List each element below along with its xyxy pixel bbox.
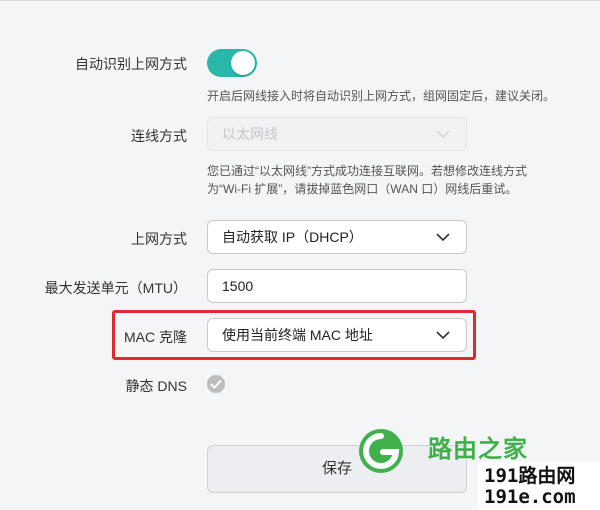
watermark-logo-icon [359, 429, 403, 473]
internet-mode-select[interactable]: 自动获取 IP（DHCP） [207, 220, 467, 254]
mac-clone-label: MAC 克隆 [124, 329, 187, 345]
connection-type-select: 以太网线 [207, 117, 467, 151]
auto-detect-hint: 开启后网线接入时将自动识别上网方式，组网固定后，建议关闭。 [207, 89, 556, 103]
connection-type-hint-1: 您已通过“以太网线”方式成功连接互联网。若想修改连线方式 [207, 164, 527, 178]
chevron-down-icon [436, 233, 450, 242]
mtu-input[interactable]: 1500 [207, 269, 467, 303]
connection-type-hint-2: 为“Wi-Fi 扩展”，请拔掉蓝色网口（WAN 口）网线后重试。 [207, 182, 518, 196]
auto-detect-label: 自动识别上网方式 [75, 56, 187, 72]
mac-clone-value: 使用当前终端 MAC 地址 [222, 327, 373, 343]
internet-mode-label: 上网方式 [131, 231, 187, 247]
watermark-text: 路由之家 [428, 436, 528, 463]
mtu-label: 最大发送单元（MTU） [44, 280, 187, 296]
watermark-text-line3: 191e.com [484, 486, 576, 508]
static-dns-label: 静态 DNS [125, 378, 187, 394]
mtu-value: 1500 [222, 278, 254, 294]
connection-type-label: 连线方式 [131, 128, 187, 144]
mac-clone-select[interactable]: 使用当前终端 MAC 地址 [207, 318, 467, 352]
connection-type-value: 以太网线 [222, 126, 278, 142]
toggle-knob [231, 51, 255, 75]
check-icon [210, 379, 222, 389]
chevron-down-icon [436, 130, 450, 139]
static-dns-checkbox[interactable] [207, 375, 225, 393]
internet-mode-value: 自动获取 IP（DHCP） [222, 229, 363, 245]
watermark-text-line2: 191路由网 [484, 465, 576, 487]
chevron-down-icon [436, 331, 450, 340]
top-divider [0, 0, 600, 1]
auto-detect-toggle[interactable] [207, 49, 257, 77]
